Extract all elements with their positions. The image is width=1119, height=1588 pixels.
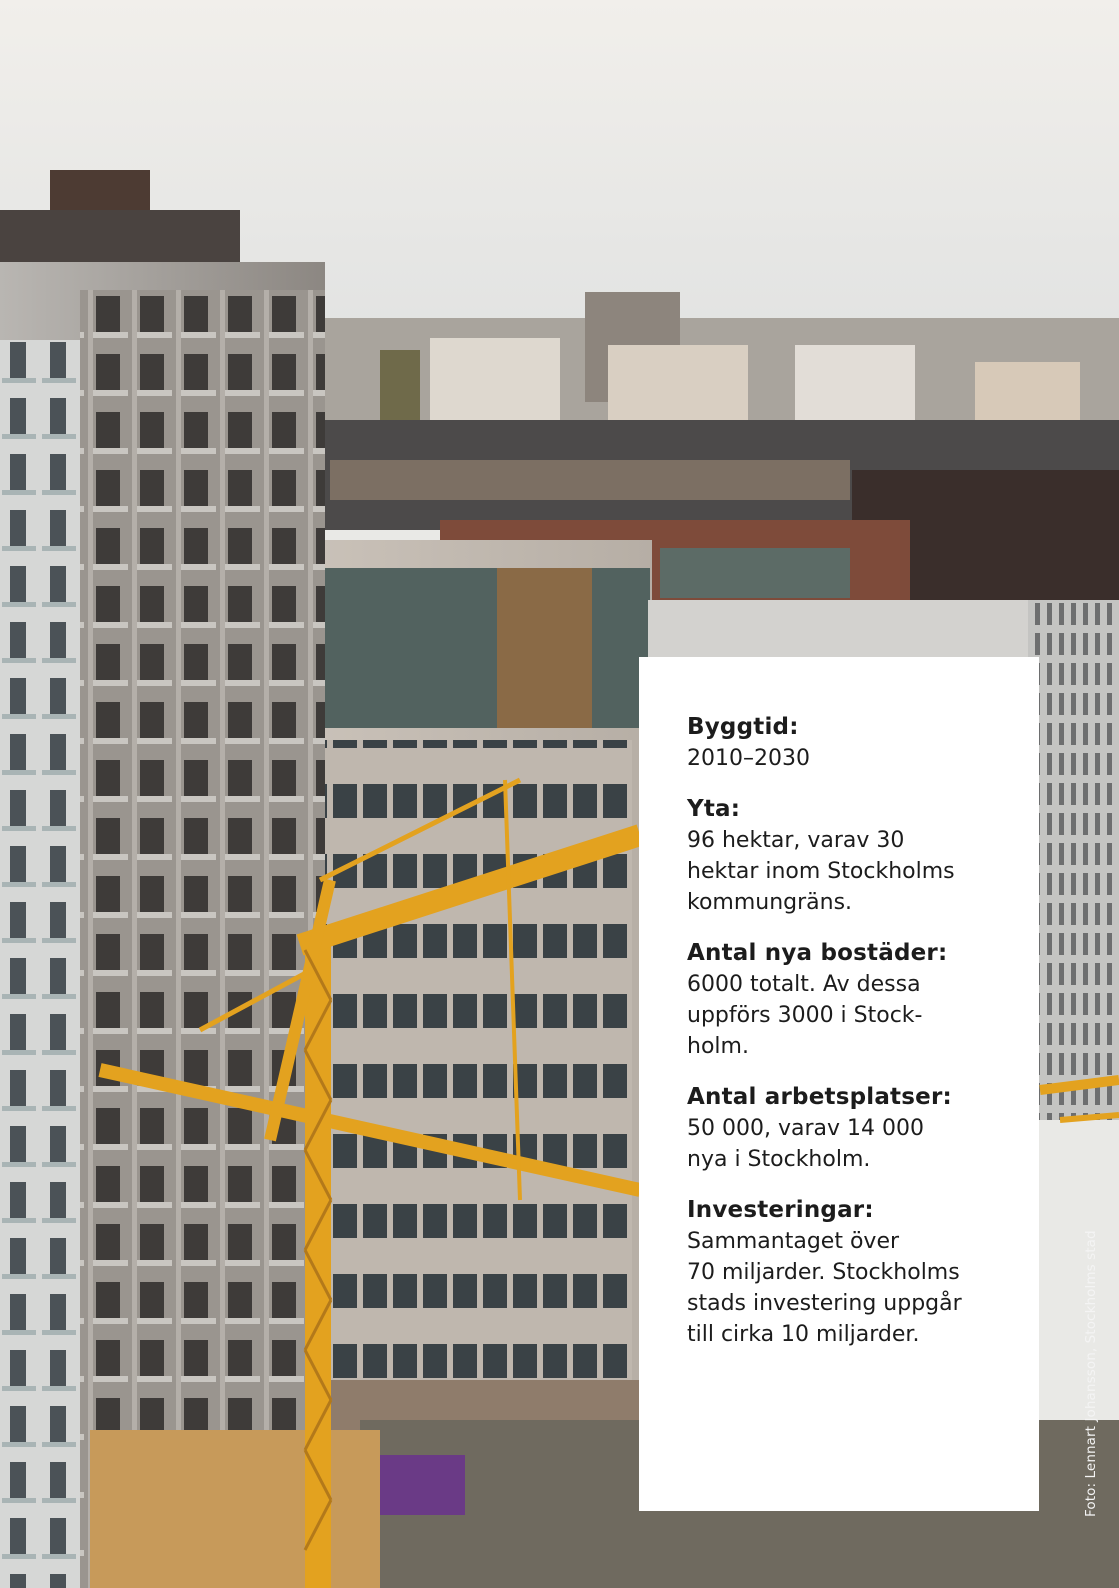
fact-arbetsplatser: Antal arbetsplatser: 50 000, varav 14 00… (687, 1082, 1021, 1175)
fact-label: Byggtid: (687, 714, 799, 740)
fact-label: Yta: (687, 796, 741, 822)
fact-value: 96 hektar, varav 30 hektar inom Stockhol… (687, 828, 955, 915)
fact-label: Antal nya bostäder: (687, 940, 948, 966)
fact-value: 6000 totalt. Av dessa uppförs 3000 i Sto… (687, 972, 923, 1059)
fact-label: Antal arbetsplatser: (687, 1084, 952, 1110)
fact-value: 2010–2030 (687, 746, 810, 771)
info-card: Byggtid: 2010–2030 Yta: 96 hektar, varav… (639, 657, 1039, 1511)
fact-yta: Yta: 96 hektar, varav 30 hektar inom Sto… (687, 794, 1021, 918)
fact-value: Sammantaget över 70 miljarder. Stockholm… (687, 1229, 962, 1347)
fact-value: 50 000, varav 14 000 nya i Stockholm. (687, 1116, 924, 1172)
page: Byggtid: 2010–2030 Yta: 96 hektar, varav… (0, 0, 1119, 1588)
photo-credit: Foto: Lennart Johansson, Stockholms stad (1083, 1230, 1099, 1517)
fact-byggtid: Byggtid: 2010–2030 (687, 712, 1021, 774)
fact-label: Investeringar: (687, 1197, 874, 1223)
fact-bostader: Antal nya bostäder: 6000 totalt. Av dess… (687, 938, 1021, 1062)
fact-investeringar: Investeringar: Sammantaget över 70 milja… (687, 1195, 1021, 1350)
